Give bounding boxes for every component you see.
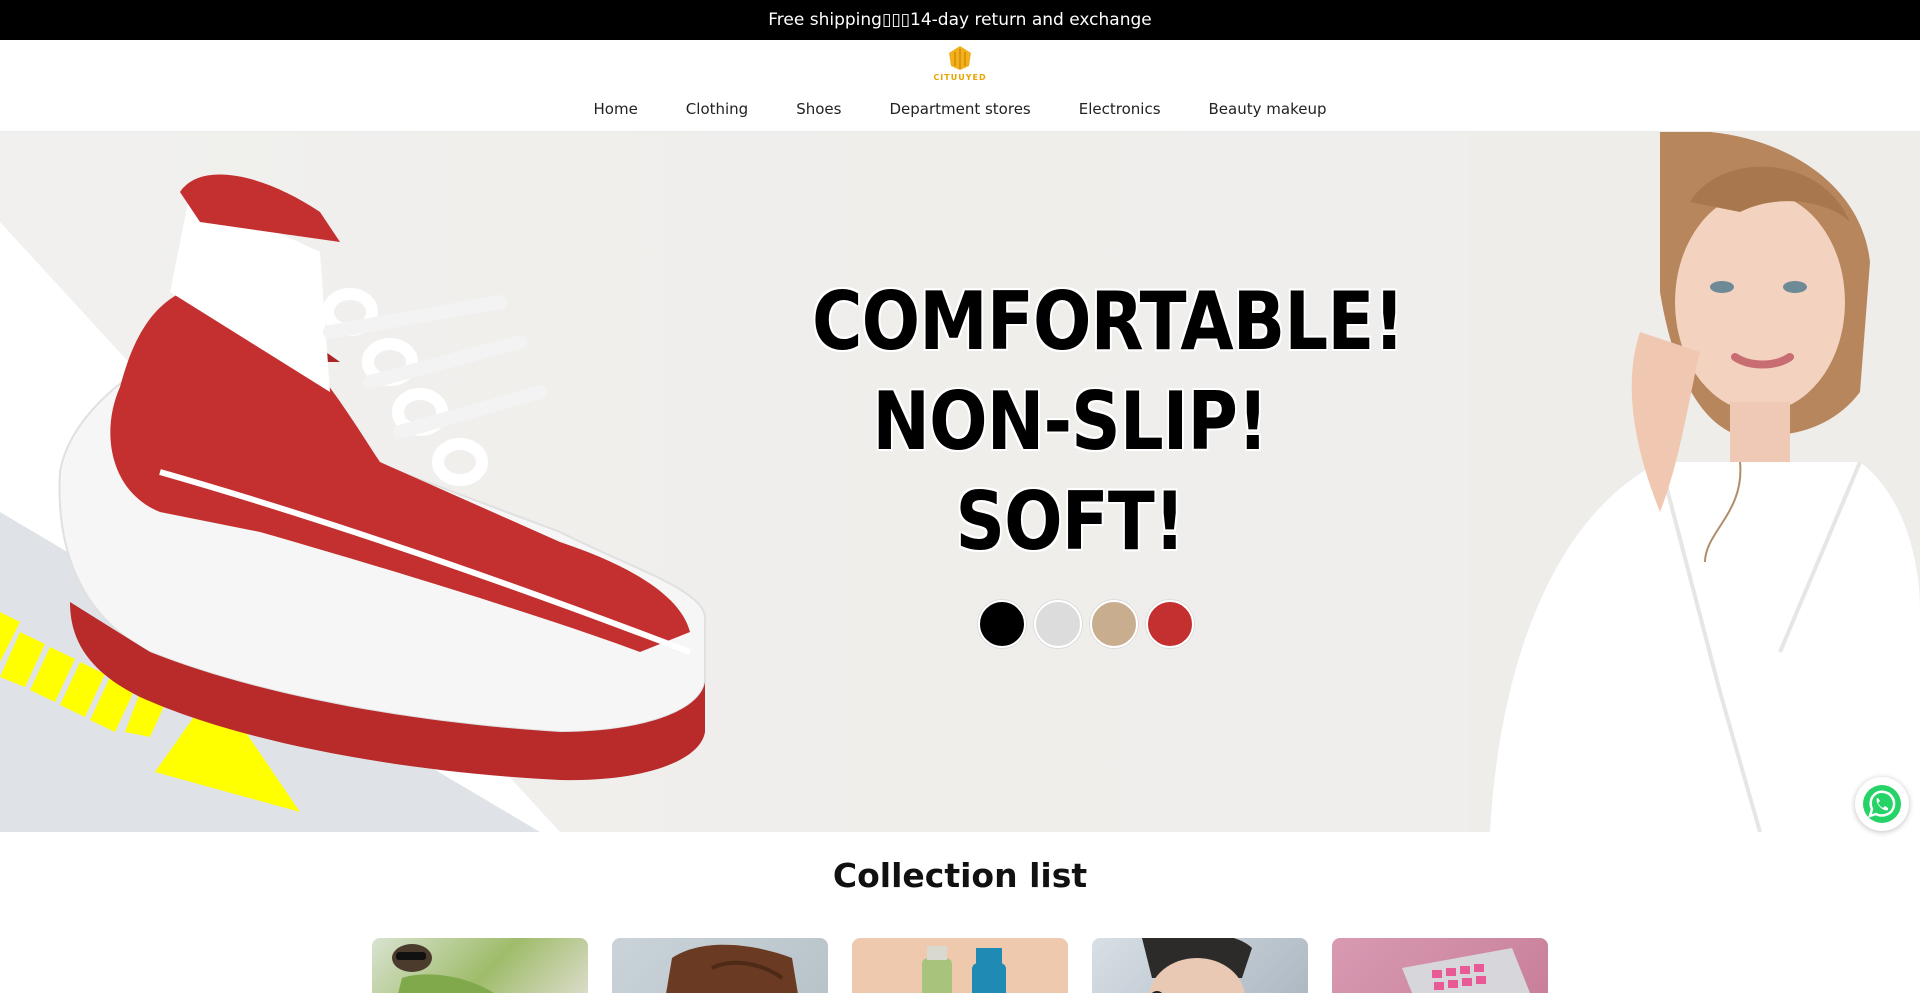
nav-electronics[interactable]: Electronics <box>1055 100 1185 120</box>
logo[interactable]: CITUUYED <box>930 44 990 88</box>
model-image <box>1470 132 1920 832</box>
nav-clothing[interactable]: Clothing <box>662 100 772 120</box>
fashion-thumbnail <box>392 944 494 993</box>
logo-text: CITUUYED <box>933 73 987 82</box>
nav-department-stores[interactable]: Department stores <box>865 100 1054 120</box>
color-swatches <box>978 600 1194 648</box>
logo-icon <box>949 46 971 70</box>
boots-thumbnail <box>666 944 798 993</box>
collection-card-fashion[interactable] <box>372 938 588 993</box>
hero-headline: COMFORTABLE! NON-SLIP! SOFT! <box>812 272 1405 572</box>
collection-cards <box>372 938 1548 993</box>
hero-line-3: SOFT! <box>955 475 1185 568</box>
collection-card-makeup[interactable] <box>1332 938 1548 993</box>
site-header: CITUUYED Home Clothing Shoes Department … <box>0 40 1920 132</box>
nav-beauty-makeup[interactable]: Beauty makeup <box>1185 100 1351 120</box>
headphones-thumbnail <box>1142 938 1252 993</box>
hero-line-2: NON-SLIP! <box>872 375 1268 468</box>
whatsapp-button[interactable] <box>1855 777 1909 831</box>
collection-card-headphones[interactable] <box>1092 938 1308 993</box>
collection-card-cleaning[interactable] <box>852 938 1068 993</box>
announcement-text: Free shipping▯▯▯14-day return and exchan… <box>768 10 1152 30</box>
swatch-light-gray[interactable] <box>1034 600 1082 648</box>
hero-banner[interactable]: COMFORTABLE! NON-SLIP! SOFT! <box>0 132 1920 832</box>
cleaning-thumbnail <box>922 946 1006 993</box>
nav-home[interactable]: Home <box>570 100 662 120</box>
makeup-thumbnail <box>1402 948 1530 993</box>
collection-card-boots[interactable] <box>612 938 828 993</box>
swatch-black[interactable] <box>978 600 1026 648</box>
main-nav: Home Clothing Shoes Department stores El… <box>0 100 1920 120</box>
hero-line-1: COMFORTABLE! <box>812 275 1405 368</box>
swatch-red[interactable] <box>1146 600 1194 648</box>
announcement-bar: Free shipping▯▯▯14-day return and exchan… <box>0 0 1920 40</box>
whatsapp-icon <box>1863 785 1901 823</box>
swatch-beige[interactable] <box>1090 600 1138 648</box>
sneaker-image <box>58 174 707 781</box>
collection-title: Collection list <box>832 856 1088 895</box>
nav-shoes[interactable]: Shoes <box>772 100 865 120</box>
